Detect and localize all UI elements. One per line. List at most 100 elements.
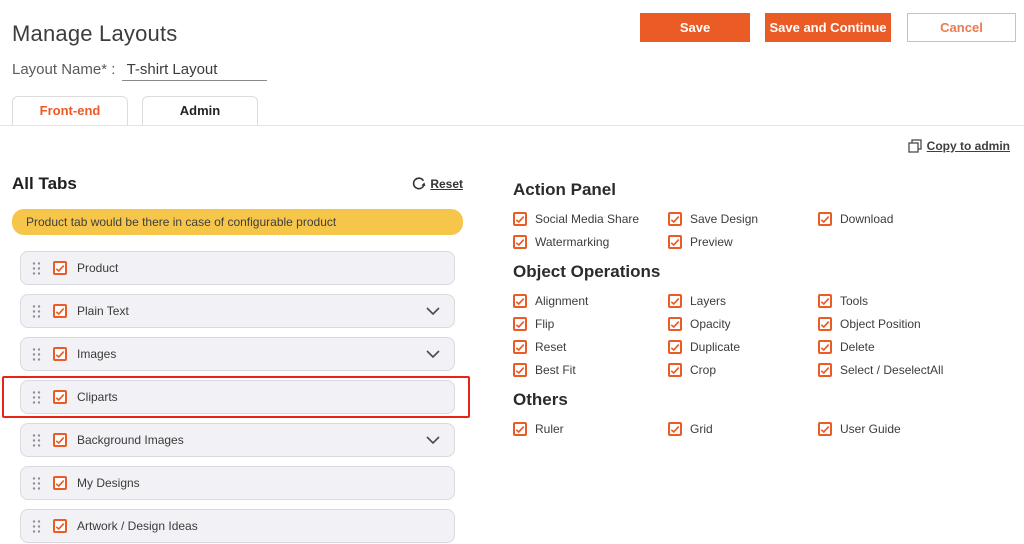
tab-front-end[interactable]: Front-end [12, 96, 128, 125]
header-buttons: Save Save and Continue Cancel [640, 13, 1016, 42]
cancel-button[interactable]: Cancel [907, 13, 1016, 42]
option-tools[interactable]: Tools [818, 294, 1012, 308]
drag-handle-icon[interactable] [32, 304, 41, 319]
checkbox[interactable] [513, 422, 527, 436]
chevron-down-icon[interactable] [426, 436, 440, 444]
tab-row-plain-text[interactable]: Plain Text [20, 294, 455, 328]
option-alignment[interactable]: Alignment [513, 294, 668, 308]
option-label: Flip [535, 317, 554, 331]
section-title: Others [513, 390, 1012, 410]
copy-to-admin-link[interactable]: Copy to admin [908, 139, 1010, 153]
option-reset[interactable]: Reset [513, 340, 668, 354]
option-label: Grid [690, 422, 713, 436]
tab-row-cliparts[interactable]: Cliparts [20, 380, 455, 414]
chevron-down-icon[interactable] [426, 307, 440, 315]
layout-name-input[interactable]: T-shirt Layout [122, 61, 267, 81]
option-label: Opacity [690, 317, 731, 331]
checkbox[interactable] [53, 519, 67, 533]
checkbox[interactable] [818, 340, 832, 354]
reset-button[interactable]: Reset [411, 177, 463, 192]
option-layers[interactable]: Layers [668, 294, 818, 308]
option-label: Tools [840, 294, 868, 308]
options-grid: Alignment Layers Tools Flip Opacity Obje… [513, 294, 1012, 377]
tab-admin[interactable]: Admin [142, 96, 258, 125]
copy-icon [908, 139, 922, 153]
option-ruler[interactable]: Ruler [513, 422, 668, 436]
tab-row-label: Product [77, 261, 118, 275]
all-tabs-panel: All Tabs Reset Product tab would be ther… [12, 174, 463, 544]
save-and-continue-button[interactable]: Save and Continue [765, 13, 891, 42]
checkbox[interactable] [818, 212, 832, 226]
drag-handle-icon[interactable] [32, 433, 41, 448]
save-button[interactable]: Save [640, 13, 750, 42]
option-label: Reset [535, 340, 566, 354]
reset-icon [411, 177, 426, 192]
drag-handle-icon[interactable] [32, 261, 41, 276]
tab-row-label: Cliparts [77, 390, 118, 404]
checkbox[interactable] [668, 317, 682, 331]
drag-handle-icon[interactable] [32, 476, 41, 491]
option-save-design[interactable]: Save Design [668, 212, 818, 226]
tab-row-artwork-design-ideas[interactable]: Artwork / Design Ideas [20, 509, 455, 543]
option-label: Watermarking [535, 235, 609, 249]
option-watermarking[interactable]: Watermarking [513, 235, 668, 249]
option-object-position[interactable]: Object Position [818, 317, 1012, 331]
checkbox[interactable] [513, 340, 527, 354]
checkbox[interactable] [818, 363, 832, 377]
drag-handle-icon[interactable] [32, 347, 41, 362]
checkbox[interactable] [53, 390, 67, 404]
tab-row-background-images[interactable]: Background Images [20, 423, 455, 457]
option-download[interactable]: Download [818, 212, 1012, 226]
section-others: Others Ruler Grid User Guide [513, 390, 1012, 436]
checkbox[interactable] [53, 347, 67, 361]
option-crop[interactable]: Crop [668, 363, 818, 377]
checkbox[interactable] [53, 261, 67, 275]
checkbox[interactable] [668, 212, 682, 226]
option-social-media-share[interactable]: Social Media Share [513, 212, 668, 226]
checkbox[interactable] [513, 235, 527, 249]
tab-row-label: My Designs [77, 476, 140, 490]
option-label: Delete [840, 340, 875, 354]
main-content: All Tabs Reset Product tab would be ther… [0, 158, 1024, 544]
checkbox[interactable] [53, 433, 67, 447]
option-best-fit[interactable]: Best Fit [513, 363, 668, 377]
drag-handle-icon[interactable] [32, 390, 41, 405]
option-duplicate[interactable]: Duplicate [668, 340, 818, 354]
option-flip[interactable]: Flip [513, 317, 668, 331]
layout-name-label: Layout Name* : [12, 61, 115, 78]
option-grid[interactable]: Grid [668, 422, 818, 436]
checkbox[interactable] [668, 422, 682, 436]
drag-handle-icon[interactable] [32, 519, 41, 534]
checkbox[interactable] [818, 317, 832, 331]
checkbox[interactable] [513, 317, 527, 331]
tab-row-my-designs[interactable]: My Designs [20, 466, 455, 500]
checkbox[interactable] [513, 363, 527, 377]
copy-to-admin-label: Copy to admin [927, 139, 1010, 153]
tab-row-product[interactable]: Product [20, 251, 455, 285]
all-tabs-title: All Tabs [12, 174, 77, 194]
option-label: Preview [690, 235, 733, 249]
checkbox[interactable] [513, 294, 527, 308]
checkbox[interactable] [818, 422, 832, 436]
options-grid: Social Media Share Save Design Download … [513, 212, 1012, 249]
checkbox[interactable] [53, 304, 67, 318]
option-label: Object Position [840, 317, 921, 331]
option-select-deselectall[interactable]: Select / DeselectAll [818, 363, 1012, 377]
checkbox[interactable] [513, 212, 527, 226]
checkbox[interactable] [818, 294, 832, 308]
checkbox[interactable] [668, 294, 682, 308]
option-opacity[interactable]: Opacity [668, 317, 818, 331]
checkbox[interactable] [668, 235, 682, 249]
option-label: Duplicate [690, 340, 740, 354]
option-user-guide[interactable]: User Guide [818, 422, 1012, 436]
checkbox[interactable] [668, 363, 682, 377]
checkbox[interactable] [53, 476, 67, 490]
option-preview[interactable]: Preview [668, 235, 818, 249]
option-delete[interactable]: Delete [818, 340, 1012, 354]
chevron-down-icon[interactable] [426, 350, 440, 358]
options-panel: Action Panel Social Media Share Save Des… [513, 174, 1012, 544]
tab-row-label: Background Images [77, 433, 184, 447]
option-label: Save Design [690, 212, 758, 226]
tab-row-images[interactable]: Images [20, 337, 455, 371]
checkbox[interactable] [668, 340, 682, 354]
